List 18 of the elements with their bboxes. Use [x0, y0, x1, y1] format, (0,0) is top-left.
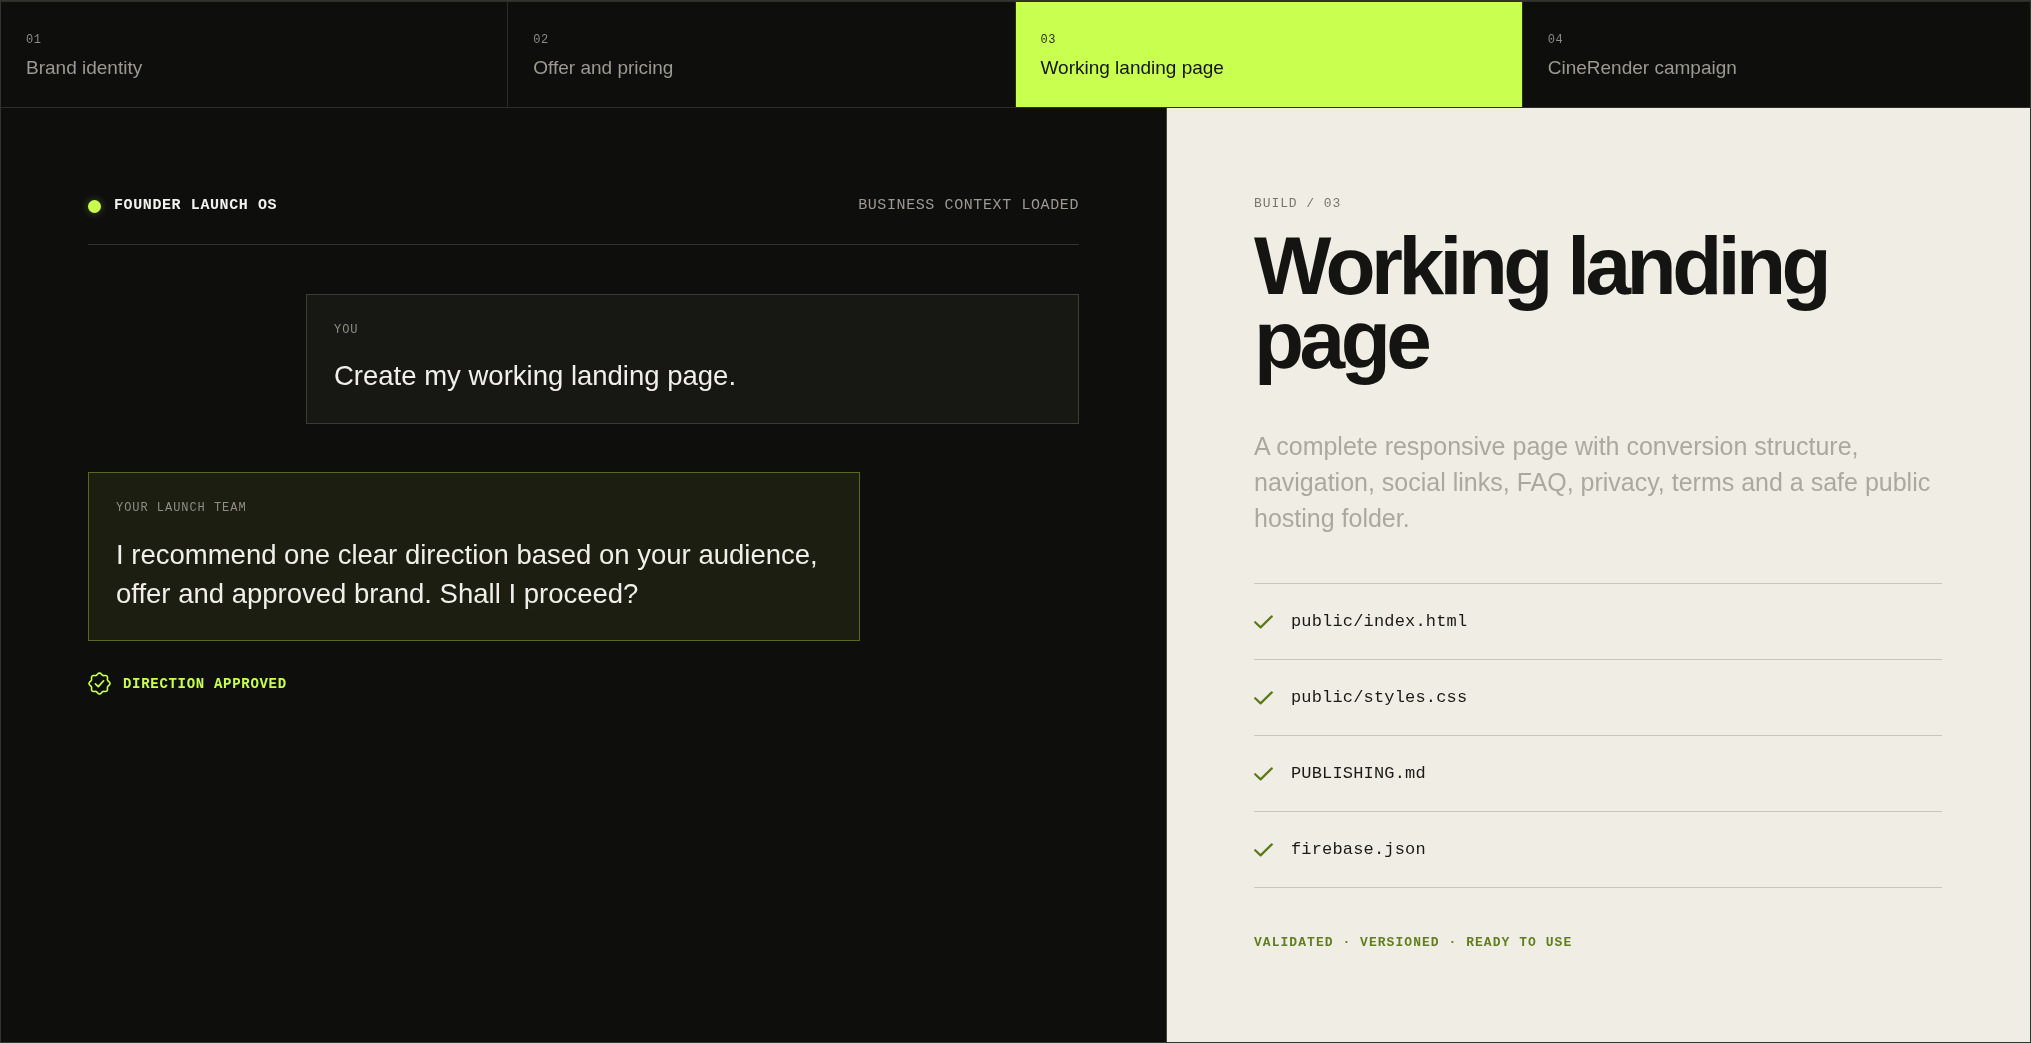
sender-label: YOUR LAUNCH TEAM — [116, 501, 248, 515]
eyebrow-label: BUILD / 03 — [1254, 196, 1342, 212]
tab[interactable]: 03 Working landing page — [1015, 2, 1523, 107]
file-name: firebase.json — [1291, 838, 1426, 861]
sender-label: YOU — [334, 323, 360, 337]
file-name: PUBLISHING.md — [1291, 762, 1426, 785]
footer-status-text: VALIDATED · VERSIONED · READY TO USE — [1254, 935, 1573, 951]
page-title: Working landing page — [1254, 229, 1829, 387]
app-title: FOUNDER LAUNCH OS — [114, 196, 278, 216]
message-text: I recommend one clear direction based on your audience, offer and approved brand. Shall I proceed? — [116, 538, 819, 611]
message-text: Create my working landing page. — [334, 359, 738, 393]
file-name: public/styles.css — [1291, 686, 1468, 709]
file-name: public/index.html — [1291, 610, 1468, 633]
approval-text: DIRECTION APPROVED — [123, 674, 287, 693]
status-text: BUSINESS CONTEXT LOADED — [858, 196, 1079, 216]
description-text: A complete responsive page with conversion structure, navigation, social links, FAQ, privacy, terms and a safe public hosting folder. — [1254, 431, 1932, 534]
status-dot-icon — [88, 199, 101, 213]
badge-check-icon — [88, 672, 111, 695]
